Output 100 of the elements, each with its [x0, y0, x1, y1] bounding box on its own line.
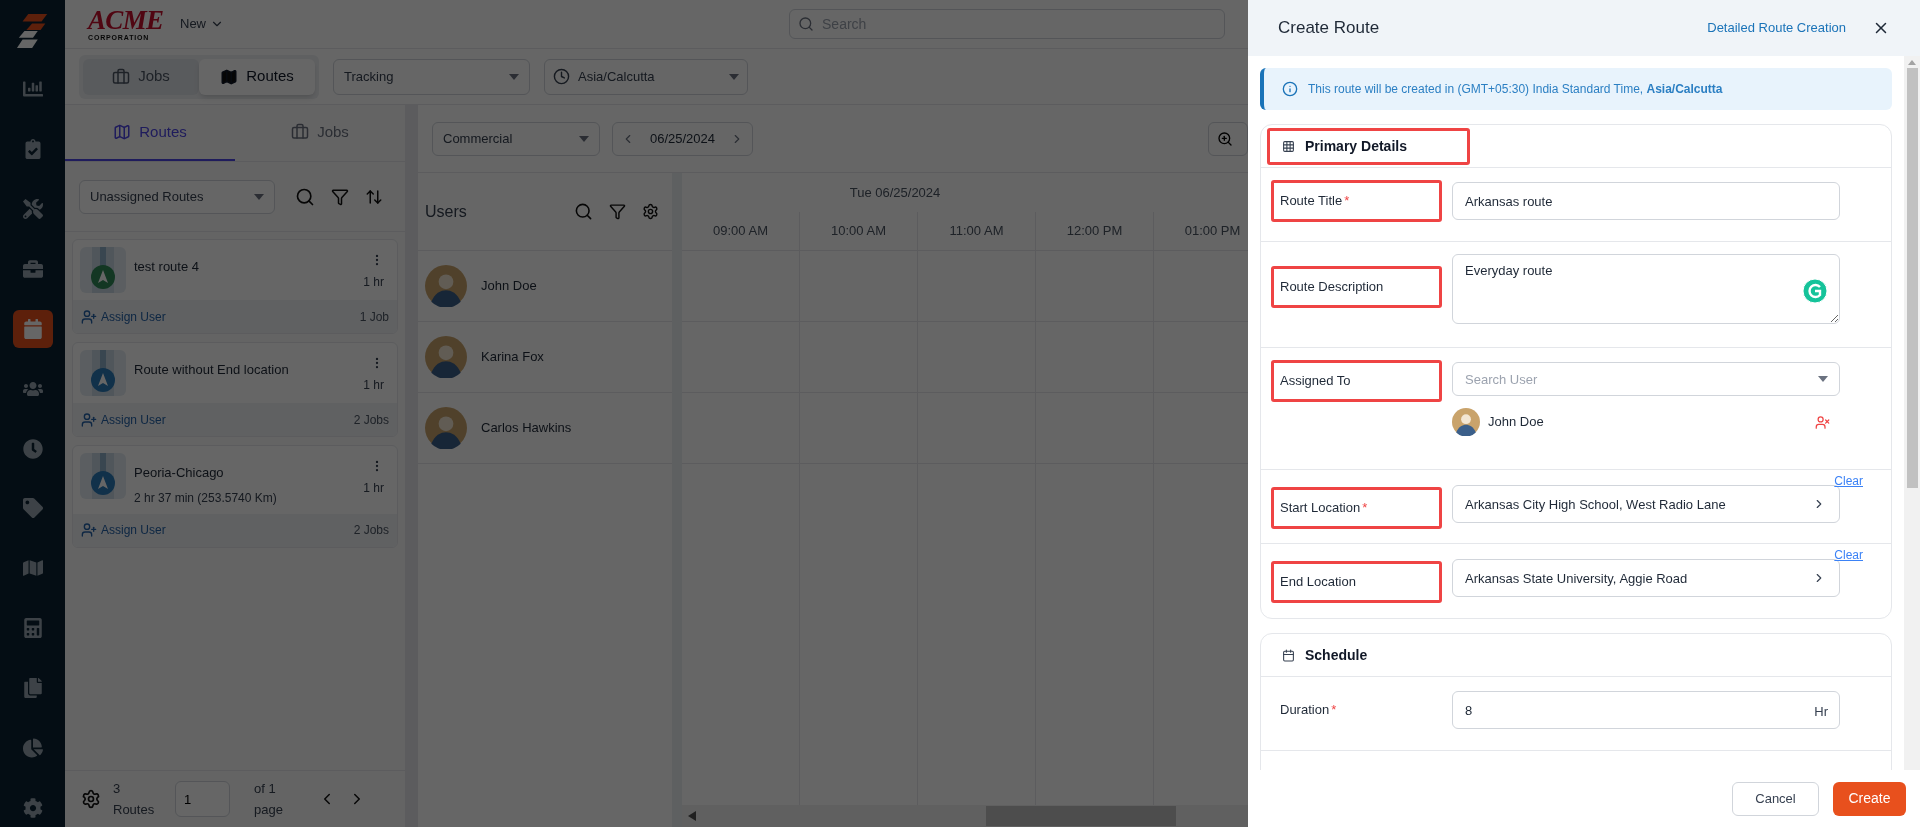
category-select[interactable]: Commercial — [432, 121, 600, 156]
filter-select[interactable]: Unassigned Routes — [79, 179, 275, 214]
pie-chart-icon — [22, 738, 43, 759]
user-plus-icon — [81, 308, 97, 325]
calendar-icon — [22, 318, 43, 339]
panel-tab[interactable]: Routes — [65, 105, 235, 161]
avatar — [425, 336, 467, 378]
field-label: Route Description — [1271, 266, 1442, 308]
sort-icon[interactable] — [365, 187, 383, 206]
user-search-field[interactable]: Search User — [1452, 362, 1840, 396]
route-duration: 1 hr — [363, 480, 384, 497]
user-plus-icon — [81, 522, 97, 538]
date-value: 06/25/2024 — [649, 129, 716, 148]
caret-icon — [509, 73, 519, 80]
section-title: Schedule — [1305, 645, 1368, 665]
tools-icon — [22, 198, 43, 219]
detailed-route-link[interactable]: Detailed Route Creation — [1707, 18, 1846, 38]
caret-icon — [729, 73, 739, 80]
sidebar-item[interactable] — [12, 309, 53, 348]
caret-icon — [579, 135, 589, 142]
calendar-icon — [1282, 648, 1295, 662]
hour-label: 09:00 AM — [713, 222, 768, 241]
assign-user-link[interactable]: Assign User — [81, 410, 166, 429]
tag-icon — [22, 498, 43, 519]
search-icon[interactable] — [574, 202, 593, 221]
map-icon — [113, 123, 132, 141]
assign-user-link[interactable]: Assign User — [81, 521, 166, 539]
settings-icon — [22, 797, 43, 818]
route-title: Route without End location — [134, 361, 290, 379]
scroll-left-icon — [688, 811, 696, 821]
users-title: Users — [425, 201, 468, 222]
route-duration: 1 hr — [363, 274, 384, 291]
job-count: 1 Job — [359, 308, 389, 326]
clock-icon — [553, 68, 570, 85]
map-icon — [220, 67, 239, 86]
assigned-user-name: John Doe — [1488, 413, 1545, 432]
grid-icon — [1282, 139, 1295, 153]
field-label: Duration* — [1279, 701, 1338, 719]
create-button[interactable]: Create — [1833, 781, 1906, 816]
select-value: Asia/Calcutta — [578, 67, 656, 86]
hour-label: 12:00 PM — [1066, 222, 1123, 241]
select-value: Commercial — [443, 129, 513, 148]
location-field[interactable]: Arkansas City High School, West Radio Lane — [1452, 485, 1840, 523]
map-icon — [22, 558, 43, 579]
calculator-icon — [22, 618, 43, 639]
user-name: Carlos Hawkins — [481, 419, 572, 438]
cancel-button[interactable]: Cancel — [1732, 781, 1819, 816]
route-title: Peoria-Chicago — [134, 464, 225, 482]
avatar — [1452, 408, 1480, 436]
tracking-select[interactable]: Tracking — [333, 58, 530, 95]
unit-label: Hr — [1814, 703, 1828, 721]
scroll-up-icon[interactable] — [1908, 60, 1916, 65]
user-name: John Doe — [481, 277, 537, 296]
user-plus-icon — [81, 411, 97, 428]
view-tab[interactable]: Routes — [199, 58, 315, 95]
logo-icon — [15, 14, 50, 49]
route-card[interactable]: Route without End location 1 hr Assign User 2 Jobs — [72, 342, 398, 437]
day-label: Tue 06/25/2024 — [849, 183, 941, 202]
text-field[interactable]: Arkansas route — [1452, 182, 1840, 220]
avatar — [425, 265, 467, 307]
settings-icon[interactable] — [642, 203, 659, 220]
user-name: Karina Fox — [481, 348, 544, 367]
search-icon — [798, 16, 814, 32]
view-tab[interactable]: Jobs — [83, 58, 199, 95]
bar-chart-icon — [22, 79, 43, 100]
route-count: 3 Routes — [113, 780, 156, 819]
notice-text: This route will be created in (GMT+05:30) India Standard Time, Asia/Calcutta — [1308, 81, 1723, 98]
horizontal-scrollbar[interactable] — [682, 805, 1248, 827]
select-value: Unassigned Routes — [90, 187, 204, 206]
location-field[interactable]: Arkansas State University, Aggie Road — [1452, 559, 1840, 597]
job-count: 2 Jobs — [353, 522, 389, 539]
briefcase-icon — [22, 258, 43, 279]
briefcase-icon — [112, 67, 131, 86]
job-count: 2 Jobs — [353, 411, 389, 429]
briefcase-icon — [291, 123, 310, 141]
search-icon[interactable] — [295, 186, 315, 207]
info-icon — [1282, 81, 1298, 97]
field-label: Assigned To — [1271, 360, 1442, 402]
page-total: of 1 page — [254, 780, 284, 819]
assign-user-link[interactable]: Assign User — [81, 307, 166, 326]
route-card[interactable]: Peoria-Chicago 2 hr 37 min (253.5740 Km) 1 hr Assign User 2 Jobs — [72, 445, 398, 548]
grammar-assistant-icon[interactable] — [1802, 278, 1828, 304]
field-label: Start Location* — [1271, 487, 1442, 529]
page-input[interactable]: 1 — [175, 781, 230, 817]
filter-icon[interactable] — [331, 187, 349, 206]
textarea-field[interactable]: Everyday route — [1452, 254, 1840, 324]
section-title: Primary Details — [1305, 136, 1407, 156]
vertical-scrollbar[interactable] — [1904, 56, 1920, 770]
filter-icon[interactable] — [609, 203, 626, 220]
field-label: End Location — [1271, 561, 1442, 603]
new-menu[interactable]: New — [180, 14, 224, 34]
settings-icon[interactable] — [81, 789, 101, 809]
clock-icon — [22, 438, 43, 459]
route-card[interactable]: test route 4 1 hr Assign User 1 Job — [72, 239, 398, 334]
route-detail: 2 hr 37 min (253.5740 Km) — [134, 489, 278, 507]
caret-icon — [254, 193, 264, 200]
remove-user-icon[interactable] — [1815, 414, 1830, 430]
caret-icon — [1818, 376, 1828, 382]
panel-tab[interactable]: Jobs — [235, 105, 405, 161]
timezone-select[interactable]: Asia/Calcutta — [544, 58, 748, 95]
